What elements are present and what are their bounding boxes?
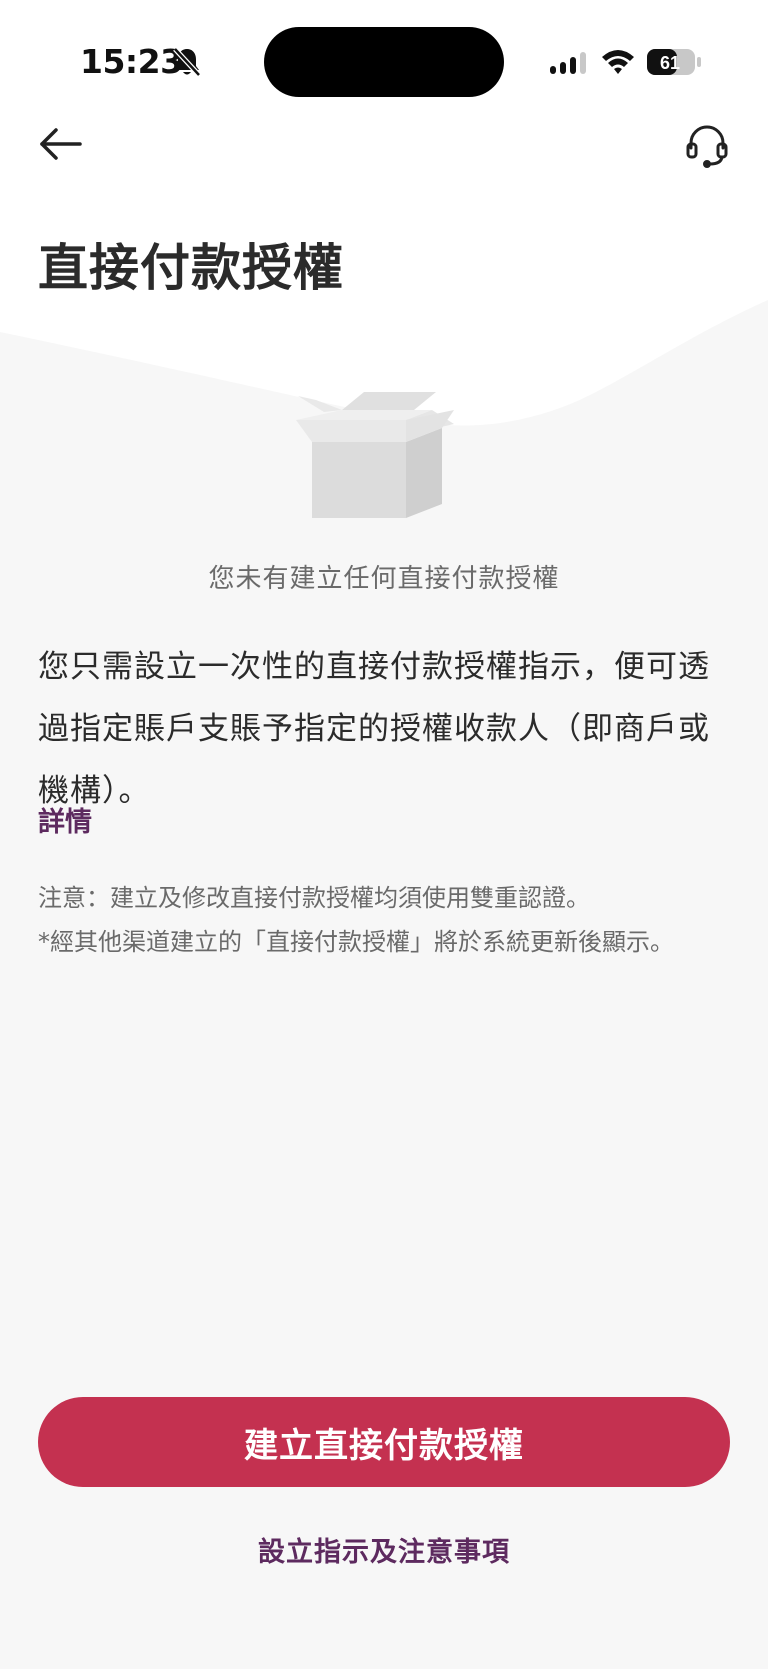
arrow-left-icon	[40, 128, 82, 160]
cellular-signal-icon	[550, 52, 586, 74]
back-button[interactable]	[36, 122, 86, 166]
notes: 注意：建立及修改直接付款授權均須使用雙重認證。 *經其他渠道建立的「直接付款授權…	[38, 876, 738, 964]
status-bar: 15:23 61	[0, 0, 768, 110]
wifi-icon	[602, 50, 634, 74]
instructions-link[interactable]: 設立指示及注意事項	[0, 1530, 768, 1569]
description-text: 您只需設立一次性的直接付款授權指示，便可透過指定賬戶支賬予指定的授權收款人（即商…	[38, 649, 710, 809]
note-other-channels: *經其他渠道建立的「直接付款授權」將於系統更新後顯示。	[38, 928, 674, 956]
battery-level: 61	[660, 53, 680, 73]
battery-icon: 61	[647, 49, 701, 75]
empty-state-message: 您未有建立任何直接付款授權	[208, 564, 560, 594]
details-link[interactable]: 詳情	[38, 800, 92, 839]
create-authorization-button[interactable]: 建立直接付款授權	[38, 1397, 730, 1487]
page-title: 直接付款授權	[38, 239, 344, 297]
headset-icon	[686, 125, 728, 168]
status-time: 15:23	[80, 42, 183, 81]
note-two-factor: 注意：建立及修改直接付款授權均須使用雙重認證。	[38, 884, 590, 912]
empty-box-icon	[296, 392, 454, 518]
bell-off-icon	[173, 47, 201, 77]
dynamic-island	[264, 27, 504, 97]
customer-support-button[interactable]	[684, 124, 730, 168]
